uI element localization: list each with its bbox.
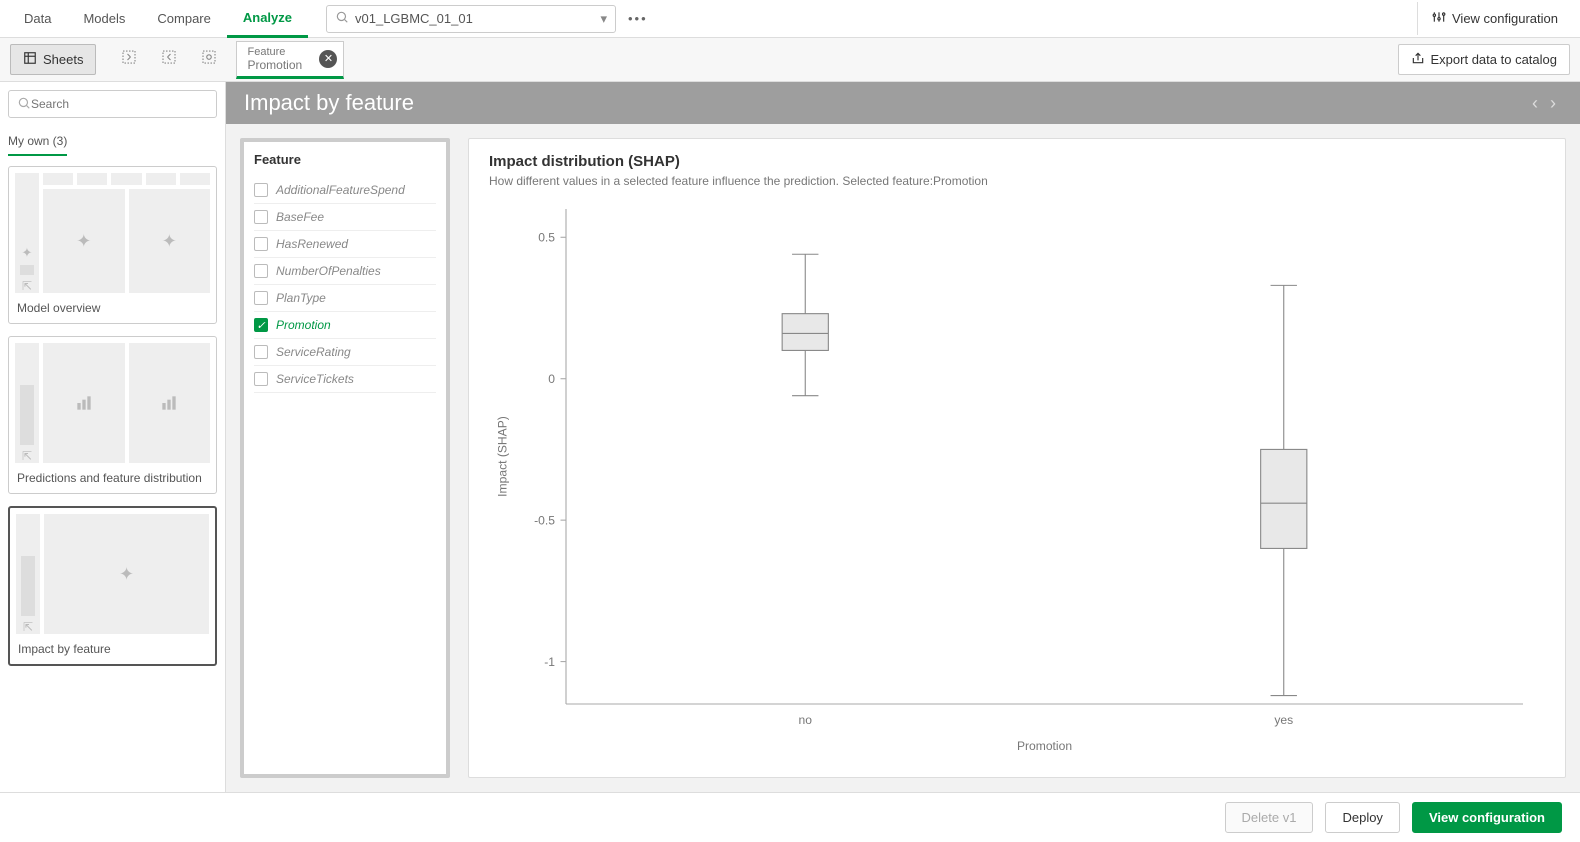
sidebar-search[interactable] [8,90,217,118]
svg-text:-1: -1 [544,655,555,669]
search-icon [17,96,31,113]
more-menu[interactable]: ••• [628,11,648,26]
tab-compare[interactable]: Compare [141,1,226,36]
checkbox-icon [254,210,268,224]
filter-chip-feature[interactable]: Feature Promotion ✕ [236,41,344,79]
checkbox-icon [254,183,268,197]
delete-button: Delete v1 [1225,802,1314,833]
checkbox-icon [254,264,268,278]
svg-text:yes: yes [1274,713,1293,727]
view-configuration-top[interactable]: View configuration [1417,2,1572,35]
view-configuration-top-label: View configuration [1452,11,1558,26]
feature-item-servicerating[interactable]: ServiceRating [254,339,436,366]
feature-panel-title: Feature [254,152,436,167]
feature-item-label: BaseFee [276,210,324,224]
feature-item-label: Promotion [276,318,331,332]
next-sheet-icon[interactable]: › [1544,93,1562,114]
model-search-input[interactable] [355,11,600,26]
checkbox-icon [254,372,268,386]
sheet-card-model-overview[interactable]: ✦⇱ ✦✦ Model overview [8,166,217,324]
export-icon [1411,51,1425,68]
feature-list: AdditionalFeatureSpend BaseFee HasRenewed N… [254,177,436,393]
chart-panel: Impact distribution (SHAP) How different… [468,138,1566,778]
sliders-icon [1432,10,1446,27]
feature-panel: Feature AdditionalFeatureSpend BaseFee Has… [240,138,450,778]
feature-item-hasrenewed[interactable]: HasRenewed [254,231,436,258]
checkbox-icon [254,345,268,359]
feature-item-label: NumberOfPenalties [276,264,381,278]
selection-tools [116,44,222,75]
sheet-card-title: Model overview [15,297,210,317]
sheet-card-title: Predictions and feature distribution [15,467,210,487]
checkbox-icon [254,237,268,251]
chart-subtitle: How different values in a selected featu… [489,174,1545,188]
tab-data[interactable]: Data [8,1,67,36]
selection-back-icon[interactable] [116,44,142,75]
tab-models[interactable]: Models [67,1,141,36]
feature-item-label: ServiceRating [276,345,351,359]
feature-item-label: PlanType [276,291,326,305]
filter-chip-close-icon[interactable]: ✕ [319,50,337,68]
search-icon [335,10,349,27]
sheets-icon [23,51,37,68]
chart-plot[interactable]: -1 -0.5 0 0.5 no yes Promotion Impact (SHAP) [489,194,1545,763]
view-configuration-button[interactable]: View configuration [1412,802,1562,833]
filter-chip-label: Feature [247,46,313,58]
feature-item-servicetickets[interactable]: ServiceTickets [254,366,436,393]
feature-item-promotion[interactable]: ✓ Promotion [254,312,436,339]
selection-forward-icon[interactable] [156,44,182,75]
svg-text:0.5: 0.5 [538,231,555,245]
page-title: Impact by feature [244,90,414,116]
svg-text:-0.5: -0.5 [534,514,555,528]
checkbox-icon [254,291,268,305]
svg-text:0: 0 [548,372,555,386]
sidebar-search-input[interactable] [31,97,208,111]
svg-text:Impact (SHAP): Impact (SHAP) [496,416,510,497]
export-button[interactable]: Export data to catalog [1398,44,1570,75]
sidebar: My own (3) ✦⇱ ✦✦ Model overview ⇱ [0,82,226,792]
svg-text:Promotion: Promotion [1017,739,1072,753]
prev-sheet-icon[interactable]: ‹ [1526,93,1544,114]
sheet-card-impact-by-feature[interactable]: ⇱ ✦ Impact by feature [8,506,217,666]
toolbar: Sheets Feature Promotion ✕ Export data t… [0,38,1580,82]
chevron-down-icon[interactable]: ▾ [600,11,607,27]
checkbox-icon: ✓ [254,318,268,332]
content: Impact by feature ‹ › Feature Additional… [226,82,1580,792]
main: My own (3) ✦⇱ ✦✦ Model overview ⇱ [0,82,1580,792]
feature-item-label: ServiceTickets [276,372,354,386]
sheets-label: Sheets [43,52,83,67]
deploy-button[interactable]: Deploy [1325,802,1399,833]
feature-item-label: AdditionalFeatureSpend [276,183,405,197]
footer: Delete v1 Deploy View configuration [0,792,1580,842]
feature-item-additionalfeaturespend[interactable]: AdditionalFeatureSpend [254,177,436,204]
bar-chart-icon [129,343,211,463]
feature-item-plantype[interactable]: PlanType [254,285,436,312]
feature-item-label: HasRenewed [276,237,348,251]
sheet-card-predictions[interactable]: ⇱ Predictions and feature distribution [8,336,217,494]
model-search[interactable]: ▾ [326,5,616,33]
filter-chip-value: Promotion [247,58,313,72]
sheet-card-title: Impact by feature [16,638,209,658]
bar-chart-icon [43,343,125,463]
sidebar-subtab-myown[interactable]: My own (3) [8,128,67,156]
page-header: Impact by feature ‹ › [226,82,1580,124]
sheets-button[interactable]: Sheets [10,44,96,75]
svg-text:no: no [799,713,813,727]
feature-item-numberofpenalties[interactable]: NumberOfPenalties [254,258,436,285]
top-nav: Data Models Compare Analyze ▾ ••• View c… [0,0,1580,38]
selection-clear-icon[interactable] [196,44,222,75]
chart-title: Impact distribution (SHAP) [489,153,1545,170]
tab-analyze[interactable]: Analyze [227,0,308,38]
export-label: Export data to catalog [1431,52,1557,67]
feature-item-basefee[interactable]: BaseFee [254,204,436,231]
